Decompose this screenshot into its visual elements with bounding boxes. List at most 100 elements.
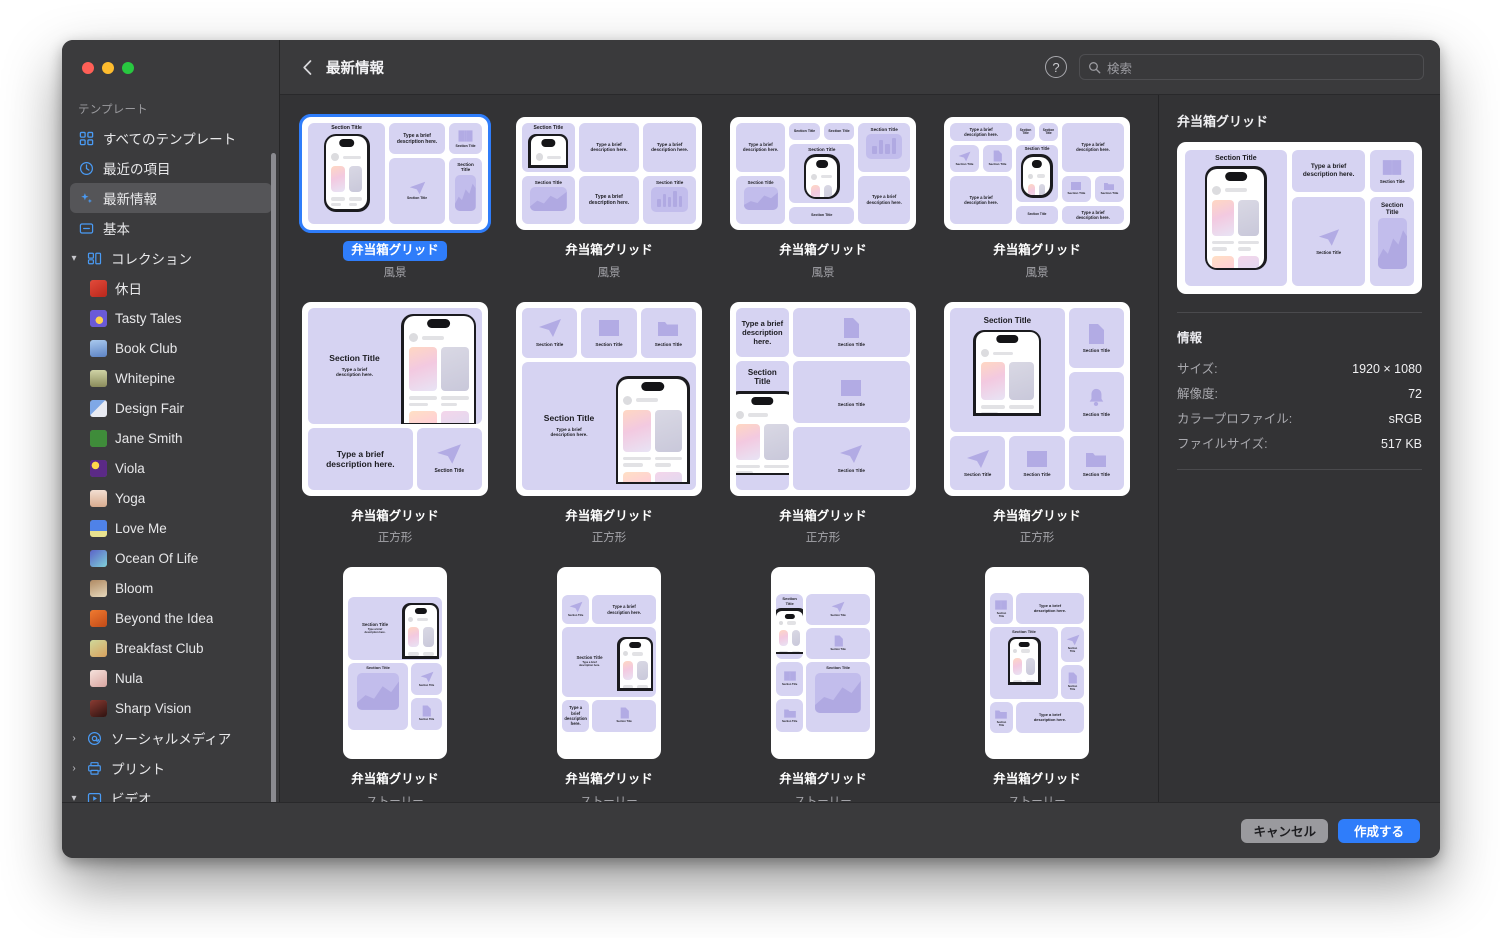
sidebar-collection-item[interactable]: Book Club (70, 333, 272, 363)
info-divider (1177, 312, 1422, 313)
collection-label: Viola (115, 460, 145, 476)
folder-icon (1086, 452, 1107, 467)
sidebar-collection-item[interactable]: Ocean Of Life (70, 543, 272, 573)
template-card[interactable]: Type a brief description here. Section Ti… (944, 117, 1130, 280)
template-format: 風景 (383, 266, 407, 279)
sidebar-collection-item[interactable]: Nula (70, 663, 272, 693)
paper-plane-icon (1318, 228, 1339, 246)
sidebar-group-video[interactable]: ▾ ビデオ (70, 783, 272, 802)
sidebar-collection-item[interactable]: Sharp Vision (70, 693, 272, 723)
collection-thumbnail (90, 459, 107, 477)
template-thumbnail[interactable]: Section Title Type a brief description he… (343, 567, 447, 760)
collection-thumbnail (90, 489, 107, 507)
search-input[interactable]: 検索 (1079, 54, 1424, 80)
template-card[interactable]: Section Title (299, 114, 491, 280)
chevron-down-icon[interactable]: ▾ (69, 793, 79, 803)
collection-label: Nula (115, 670, 143, 686)
template-thumbnail[interactable]: Type a brief description here. Section Ti… (944, 117, 1130, 230)
template-thumbnail[interactable]: Section Title (771, 567, 875, 760)
collection-label: Sharp Vision (115, 700, 192, 716)
sidebar-collection-item[interactable]: Tasty Tales (70, 303, 272, 333)
sidebar-item-basic[interactable]: 基本 (70, 213, 272, 243)
rectangle-icon (78, 220, 95, 237)
book-icon (841, 379, 862, 396)
search-placeholder: 検索 (1107, 61, 1133, 76)
minimize-button[interactable] (102, 61, 114, 74)
sidebar-group-collections[interactable]: ▾ コレクション (70, 243, 272, 273)
template-card[interactable]: Type a brief description here. Section Ti… (516, 117, 702, 280)
sidebar-scrollbar[interactable] (271, 153, 276, 802)
sidebar-collection-item[interactable]: Jane Smith (70, 423, 272, 453)
template-thumbnail[interactable]: Section Title (299, 114, 491, 233)
folder-icon (783, 709, 796, 718)
template-thumbnail[interactable]: Type a brief description here. Section Ti… (730, 117, 916, 230)
template-name: 弁当箱グリッド (779, 772, 867, 787)
template-format: 風景 (811, 266, 835, 279)
sidebar-item-label: すべてのテンプレート (103, 132, 237, 147)
create-button[interactable]: 作成する (1338, 818, 1420, 843)
paper-plane-icon (437, 444, 462, 464)
chevron-right-icon[interactable]: › (69, 733, 79, 744)
sidebar-collection-item[interactable]: 休日 (70, 273, 272, 303)
sidebar-collection-item[interactable]: Whitepine (70, 363, 272, 393)
sidebar-collection-item[interactable]: Design Fair (70, 393, 272, 423)
template-thumbnail[interactable]: Type a brief description here. Section Ti… (730, 301, 916, 496)
template-thumbnail[interactable]: Section Title Type a brief description he… (985, 567, 1089, 760)
collection-label: Ocean Of Life (115, 550, 199, 566)
info-panel: 弁当箱グリッド Section Title Type a brief descr… (1158, 95, 1440, 802)
window-body: テンプレート すべてのテンプレート 最近の項目 最新情報 基本 ▾ コレクション… (62, 40, 1440, 802)
info-template-name: 弁当箱グリッド (1177, 114, 1269, 129)
sidebar-group-social-media[interactable]: › ソーシャルメディア (70, 723, 272, 753)
sidebar-item-all-templates[interactable]: すべてのテンプレート (70, 123, 272, 153)
template-thumbnail[interactable]: Type a brief description here. Section Ti… (516, 117, 702, 230)
template-card[interactable]: Section Title Type a brief description he… (516, 567, 702, 802)
template-name: 弁当箱グリッド (779, 508, 867, 523)
sidebar-item-whats-new[interactable]: 最新情報 (70, 183, 272, 213)
info-value: sRGB (1388, 412, 1422, 426)
book-icon (598, 320, 619, 337)
collection-label: Breakfast Club (115, 640, 204, 656)
sidebar-item-recent[interactable]: 最近の項目 (70, 153, 272, 183)
info-key: 解像度: (1177, 387, 1218, 401)
chevron-down-icon[interactable]: ▾ (69, 253, 79, 264)
template-name: 弁当箱グリッド (565, 243, 653, 257)
template-thumbnail[interactable]: Section Title (944, 301, 1130, 496)
collection-label: Beyond the Idea (115, 610, 214, 626)
template-card[interactable]: Section Title Section Title Section Titl… (516, 301, 702, 546)
close-button[interactable] (82, 61, 94, 74)
sidebar-collection-item[interactable]: Bloom (70, 573, 272, 603)
template-name: 弁当箱グリッド (343, 241, 447, 261)
cancel-button[interactable]: キャンセル (1241, 818, 1328, 843)
sidebar-collection-item[interactable]: Yoga (70, 483, 272, 513)
sidebar-scroll-area[interactable]: テンプレート すべてのテンプレート 最近の項目 最新情報 基本 ▾ コレクション… (62, 95, 280, 802)
template-thumbnail[interactable]: Section Title Type a brief description he… (557, 567, 661, 760)
template-thumbnail[interactable]: Section Title Section Title Section Titl… (516, 301, 702, 496)
zoom-button[interactable] (122, 61, 134, 74)
template-card[interactable]: Section Title Type a brief description he… (302, 567, 488, 802)
paper-plane-icon (538, 319, 561, 338)
paper-plane-icon (569, 601, 583, 613)
collection-label: Bloom (115, 580, 154, 596)
template-thumbnail[interactable]: Section Title Type a brief description he… (302, 301, 488, 496)
info-row-resolution: 解像度: 72 (1177, 380, 1422, 405)
sidebar-collection-item[interactable]: Love Me (70, 513, 272, 543)
template-row-square: Section Title Type a brief description he… (302, 301, 1136, 546)
template-card[interactable]: Type a brief description here. Section Ti… (730, 117, 916, 280)
template-grid[interactable]: Section Title Type a brief description h… (280, 95, 1158, 802)
sidebar-collection-item[interactable]: Viola (70, 453, 272, 483)
template-name: 弁当箱グリッド (351, 772, 439, 787)
back-button[interactable] (294, 54, 320, 80)
chevron-right-icon[interactable]: › (69, 763, 79, 774)
info-key: サイズ: (1177, 362, 1218, 376)
sidebar-group-label: プリント (111, 762, 165, 777)
template-card[interactable]: Section Title Type a brief description he… (944, 567, 1130, 802)
grid-icon (78, 130, 95, 147)
sidebar-collection-item[interactable]: Breakfast Club (70, 633, 272, 663)
template-card[interactable]: Type a brief description here. Section Ti… (730, 301, 916, 546)
template-card[interactable]: Section Title (944, 301, 1130, 546)
help-button[interactable]: ? (1045, 56, 1067, 78)
template-card[interactable]: Section Title (730, 567, 916, 802)
sidebar-collection-item[interactable]: Beyond the Idea (70, 603, 272, 633)
sidebar-group-print[interactable]: › プリント (70, 753, 272, 783)
template-card[interactable]: Section Title Type a brief description he… (302, 301, 488, 546)
